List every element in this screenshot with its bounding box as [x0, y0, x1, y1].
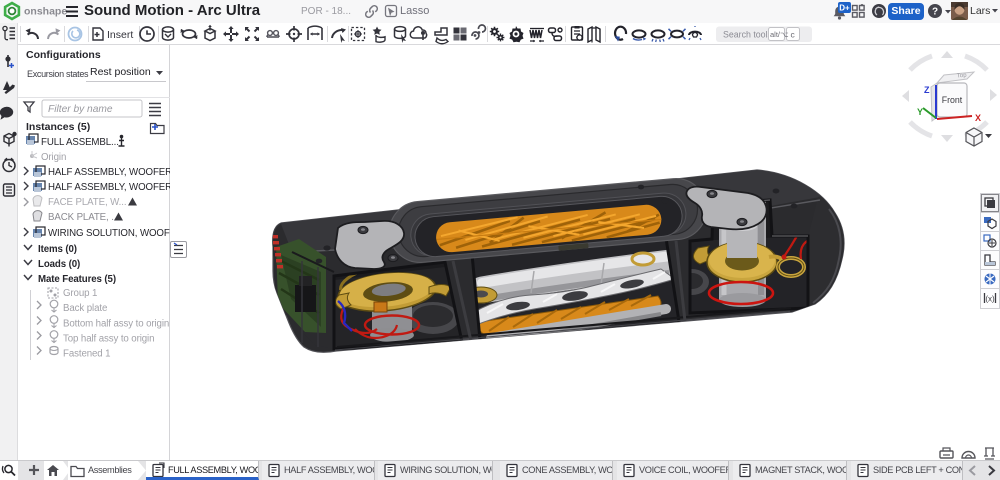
svg-text:Loads (0): Loads (0) — [38, 259, 80, 270]
svg-text:HALF ASSEMBLY, WOOFER, ...: HALF ASSEMBLY, WOOFER, ... — [48, 182, 170, 193]
svg-text:Mate Features (5): Mate Features (5) — [38, 274, 116, 285]
svg-text:?: ? — [932, 7, 938, 18]
svg-text:Front: Front — [942, 95, 963, 105]
svg-text:Items (0): Items (0) — [38, 244, 77, 255]
svg-text:alt/⌥: alt/⌥ — [770, 30, 789, 39]
svg-text:Top half assy to origin: Top half assy to origin — [63, 334, 154, 345]
svg-text:D+: D+ — [839, 4, 850, 13]
svg-text:onshape: onshape — [24, 6, 67, 18]
svg-text:Group 1: Group 1 — [63, 288, 97, 299]
svg-text:Insert: Insert — [107, 29, 133, 41]
svg-text:Filter by name: Filter by name — [48, 104, 113, 115]
svg-text:Origin: Origin — [41, 152, 66, 163]
svg-text:Top: Top — [957, 73, 968, 80]
svg-text:FULL ASSEMBL...: FULL ASSEMBL... — [41, 137, 119, 148]
svg-text:WIRING SOLUTION, WOOFER,...: WIRING SOLUTION, WOOFER,... — [48, 228, 170, 239]
svg-text:Back plate: Back plate — [63, 303, 107, 314]
svg-text:Z: Z — [924, 85, 930, 95]
svg-text:Y: Y — [917, 107, 923, 117]
svg-text:Bottom half assy to origin: Bottom half assy to origin — [63, 319, 169, 330]
svg-text:BACK PLATE, ...: BACK PLATE, ... — [48, 212, 119, 223]
svg-text:FACE PLATE, W...: FACE PLATE, W... — [48, 197, 126, 208]
svg-text:HALF ASSEMBLY, WOOFER, ...: HALF ASSEMBLY, WOOFER, ... — [48, 167, 170, 178]
svg-text:Instances (5): Instances (5) — [26, 121, 90, 133]
svg-text:X: X — [975, 113, 981, 123]
svg-text:Fastened 1: Fastened 1 — [63, 349, 110, 360]
svg-text:(x): (x) — [985, 295, 995, 304]
